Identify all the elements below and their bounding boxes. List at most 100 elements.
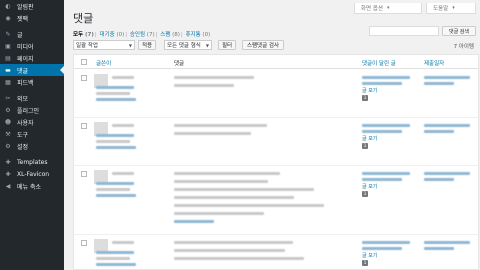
redacted-text [174, 257, 304, 260]
sidebar-item-3[interactable]: ▣ 미디어 [0, 40, 64, 52]
view-post-link[interactable]: 글 보기 [362, 87, 377, 94]
redacted-text [112, 76, 134, 79]
filter-all[interactable]: 모두 (7) [73, 32, 94, 38]
redacted-text [424, 76, 470, 79]
column-comment: 댓글 [174, 61, 185, 67]
redacted-text [174, 241, 293, 244]
sidebar-item-13[interactable]: ✚ XL-Favicon [0, 168, 64, 180]
column-response[interactable]: 댓글이 달린 글 [362, 59, 396, 67]
feedback-icon: ▦ [5, 78, 11, 86]
chevron-down-icon: ▾ [387, 5, 390, 11]
view-post-link[interactable]: 글 보기 [362, 183, 377, 190]
sidebar-item-6[interactable]: ▦ 피드백 [0, 76, 64, 88]
sidebar-item-label: XL-Favicon [17, 170, 50, 178]
filter-spam[interactable]: 스팸 (8) [160, 32, 180, 38]
sidebar-item-7[interactable]: ✂ 외모 [0, 92, 64, 104]
redacted-text [362, 241, 410, 244]
sidebar-item-2[interactable]: ✎ 글 [0, 28, 64, 40]
screen-options-button[interactable]: 화면 옵션 ▾ [354, 3, 422, 14]
sidebar-item-label: 알림판 [17, 3, 34, 11]
main-content: 화면 옵션 ▾ 도움말 ▾ 댓글 모두 (7)| 대기중 (0)| 승인됨 (7)|… [64, 0, 480, 270]
view-post-link[interactable]: 글 보기 [362, 135, 377, 142]
sidebar-item-label: 외모 [17, 95, 29, 103]
view-post-link[interactable]: 글 보기 [362, 252, 377, 259]
redacted-text [424, 241, 470, 244]
redacted-text [424, 82, 454, 85]
redacted-text [362, 124, 410, 127]
redacted-text [96, 134, 134, 137]
table-row[interactable]: 글 보기 1 [74, 235, 478, 269]
comment-count-bubble[interactable]: 1 [362, 95, 368, 101]
comment-count-bubble[interactable]: 1 [362, 143, 368, 149]
search-comments-button[interactable]: 댓글 검색 [442, 26, 476, 36]
sidebar-item-4[interactable]: ▤ 페이지 [0, 52, 64, 64]
help-button[interactable]: 도움말 ▾ [426, 3, 476, 14]
redacted-text [96, 182, 134, 185]
jetpack-icon: ◉ [5, 14, 11, 22]
row-checkbox[interactable] [81, 75, 87, 81]
column-date[interactable]: 제출일자 [424, 59, 444, 67]
redacted-text [112, 241, 134, 244]
redacted-text [424, 124, 470, 127]
redacted-text [362, 247, 402, 250]
redacted-text [174, 196, 294, 199]
chevron-down-icon: ▼ [128, 42, 132, 48]
redacted-text [96, 188, 130, 191]
select-all-checkbox[interactable] [81, 59, 87, 65]
redacted-text [96, 92, 130, 95]
redacted-text [362, 172, 410, 175]
redacted-text [112, 172, 134, 175]
redacted-text [424, 178, 454, 181]
table-row[interactable]: 글 보기 1 [74, 118, 478, 166]
comment-type-select[interactable]: 모든 댓글 형식 ▼ [164, 40, 212, 50]
redacted-text [424, 130, 454, 133]
bulk-action-label: 일괄 작업 [76, 43, 98, 49]
chevron-down-icon: ▼ [205, 42, 209, 48]
sidebar-item-9[interactable]: ☻ 사용자 [0, 116, 64, 128]
sidebar-item-label: 댓글 [17, 67, 29, 75]
row-checkbox[interactable] [81, 240, 87, 246]
sidebar-item-0[interactable]: ◐ 알림판 [0, 0, 64, 12]
sidebar-item-10[interactable]: ⚒ 도구 [0, 128, 64, 140]
filter-button[interactable]: 필터 [218, 40, 236, 50]
sidebar-item-8[interactable]: ⚙ 플러그인 [0, 104, 64, 116]
pages-icon: ▤ [5, 54, 11, 62]
sidebar-item-1[interactable]: ◉ 젯팩 [0, 12, 64, 24]
filter-trash[interactable]: 휴지통 (0) [185, 32, 210, 38]
tools-icon: ⚒ [5, 130, 11, 138]
sidebar-item-label: 페이지 [17, 55, 34, 63]
sidebar-item-5[interactable]: ▬ 댓글 [0, 64, 64, 76]
sidebar-item-14[interactable]: ◀ 메뉴 축소 [0, 180, 64, 192]
column-author[interactable]: 글쓴이 [96, 59, 111, 67]
filter-pending[interactable]: 대기중 (0) [100, 32, 125, 38]
redacted-text [174, 84, 234, 87]
comment-count-bubble[interactable]: 1 [362, 260, 368, 266]
sidebar-item-label: Templates [17, 158, 48, 166]
redacted-text [362, 82, 402, 85]
sidebar-item-label: 젯팩 [17, 15, 29, 23]
redacted-text [174, 180, 268, 183]
sidebar-item-label: 메뉴 축소 [17, 183, 41, 191]
comments-table: 글쓴이 댓글 댓글이 달린 글 제출일자 글 보기 1 글 보기 1 글 보기 1 글 보기… [73, 54, 479, 270]
redacted-text [424, 172, 470, 175]
sidebar-item-label: 도구 [17, 131, 29, 139]
row-checkbox[interactable] [81, 123, 87, 129]
users-icon: ☻ [4, 118, 12, 126]
redacted-text [174, 124, 267, 127]
sidebar-item-label: 피드백 [17, 79, 34, 87]
row-checkbox[interactable] [81, 171, 87, 177]
table-row[interactable]: 글 보기 1 [74, 166, 478, 235]
apply-button[interactable]: 적용 [138, 40, 156, 50]
redacted-text [112, 124, 134, 127]
filter-approved[interactable]: 승인됨 (7) [130, 32, 155, 38]
comment-count-bubble[interactable]: 1 [362, 191, 368, 197]
bulk-action-select[interactable]: 일괄 작업 ▼ [73, 40, 135, 50]
comment-status-filters: 모두 (7)| 대기중 (0)| 승인됨 (7)| 스팸 (8)| 휴지통 (0… [73, 32, 211, 38]
screen-options-label: 화면 옵션 [361, 6, 383, 12]
comment-search-input[interactable] [369, 26, 439, 36]
sidebar-item-12[interactable]: ✚ Templates [0, 156, 64, 168]
spam-check-button[interactable]: 스팸댓글 검사 [242, 40, 284, 50]
sidebar-item-11[interactable]: ⚙ 설정 [0, 140, 64, 152]
table-row[interactable]: 글 보기 1 [74, 70, 478, 118]
redacted-text [362, 76, 410, 79]
